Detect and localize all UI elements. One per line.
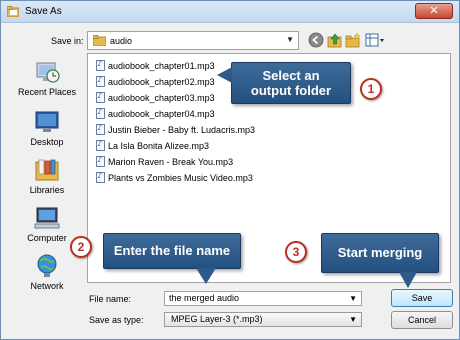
file-name: audiobook_chapter02.mp3 [108, 77, 215, 87]
file-name: La Isla Bonita Alizee.mp3 [108, 141, 210, 151]
chevron-down-icon: ▼ [286, 35, 294, 44]
list-item[interactable]: audiobook_chapter04.mp3 [96, 107, 215, 122]
cancel-button[interactable]: Cancel [391, 311, 453, 329]
audio-file-icon [96, 155, 105, 167]
save-button[interactable]: Save [391, 289, 453, 307]
save-as-type-value: MPEG Layer-3 (*.mp3) [171, 314, 263, 324]
file-name-field[interactable]: the merged audio ▼ [164, 291, 362, 306]
callout-enter-file-name: Enter the file name [103, 233, 241, 269]
title-bar[interactable]: Save As ✕ [1, 1, 459, 23]
audio-file-icon [96, 107, 105, 119]
libraries-icon [35, 159, 59, 181]
back-icon[interactable] [308, 32, 324, 48]
callout-text: Select an [262, 68, 320, 83]
list-item[interactable]: audiobook_chapter03.mp3 [96, 91, 215, 106]
place-label: Desktop [30, 137, 64, 147]
up-folder-icon[interactable] [327, 32, 343, 48]
recent-places-icon [36, 62, 60, 83]
list-item[interactable]: Plants vs Zombies Music Video.mp3 [96, 171, 253, 186]
list-item[interactable]: audiobook_chapter02.mp3 [96, 75, 215, 90]
callout-pointer [196, 268, 216, 284]
place-libraries[interactable]: Libraries [9, 157, 85, 195]
audio-file-icon [96, 59, 105, 71]
place-label: Network [30, 281, 64, 291]
places-bar: Recent Places Desktop Libraries Computer… [9, 53, 85, 313]
save-in-label: Save in: [51, 36, 84, 46]
chevron-down-icon: ▼ [349, 315, 357, 324]
step-badge-2: 2 [70, 236, 92, 258]
audio-file-icon [96, 91, 105, 103]
place-desktop[interactable]: Desktop [9, 109, 85, 147]
list-item[interactable]: Justin Bieber - Baby ft. Ludacris.mp3 [96, 123, 256, 138]
audio-file-icon [96, 123, 105, 135]
views-menu-icon[interactable] [365, 32, 385, 48]
step-badge-3: 3 [285, 241, 307, 263]
save-in-value: audio [110, 36, 133, 46]
callout-start-merging: Start merging [321, 233, 439, 273]
callout-text: output folder [250, 83, 332, 98]
close-button[interactable]: ✕ [415, 3, 453, 19]
save-in-dropdown[interactable]: audio ▼ [87, 31, 299, 50]
audio-file-icon [96, 139, 105, 151]
chevron-down-icon[interactable]: ▼ [349, 294, 357, 303]
list-item[interactable]: audiobook_chapter01.mp3 [96, 59, 215, 74]
place-label: Recent Places [17, 87, 77, 97]
callout-pointer [399, 272, 417, 288]
folder-icon [93, 35, 106, 46]
network-icon [37, 254, 57, 277]
place-recent-places[interactable]: Recent Places [9, 59, 85, 97]
file-name: Plants vs Zombies Music Video.mp3 [108, 173, 253, 183]
file-name: audiobook_chapter04.mp3 [108, 109, 215, 119]
list-item[interactable]: La Isla Bonita Alizee.mp3 [96, 139, 210, 154]
step-badge-1: 1 [360, 78, 382, 100]
file-name: Justin Bieber - Baby ft. Ludacris.mp3 [108, 125, 256, 135]
audio-file-icon [96, 171, 105, 183]
file-name: audiobook_chapter03.mp3 [108, 93, 215, 103]
window-title: Save As [25, 6, 62, 17]
folder-icon [7, 6, 19, 17]
file-name-label: File name: [89, 294, 132, 304]
file-name: Marion Raven - Break You.mp3 [108, 157, 234, 167]
save-as-type-label: Save as type: [89, 315, 144, 325]
save-as-type-dropdown[interactable]: MPEG Layer-3 (*.mp3) ▼ [164, 312, 362, 327]
audio-file-icon [96, 75, 105, 87]
callout-select-output-folder: Select an output folder [231, 62, 351, 104]
place-network[interactable]: Network [9, 253, 85, 291]
computer-icon [34, 207, 60, 229]
new-folder-icon[interactable] [345, 32, 361, 48]
callout-pointer [217, 67, 232, 83]
save-as-dialog: Save As ✕ Save in: audio ▼ Recent Places… [0, 0, 460, 340]
place-label: Libraries [29, 185, 65, 195]
file-name-value: the merged audio [169, 293, 240, 303]
file-name: audiobook_chapter01.mp3 [108, 61, 215, 71]
desktop-icon [35, 111, 59, 132]
list-item[interactable]: Marion Raven - Break You.mp3 [96, 155, 234, 170]
